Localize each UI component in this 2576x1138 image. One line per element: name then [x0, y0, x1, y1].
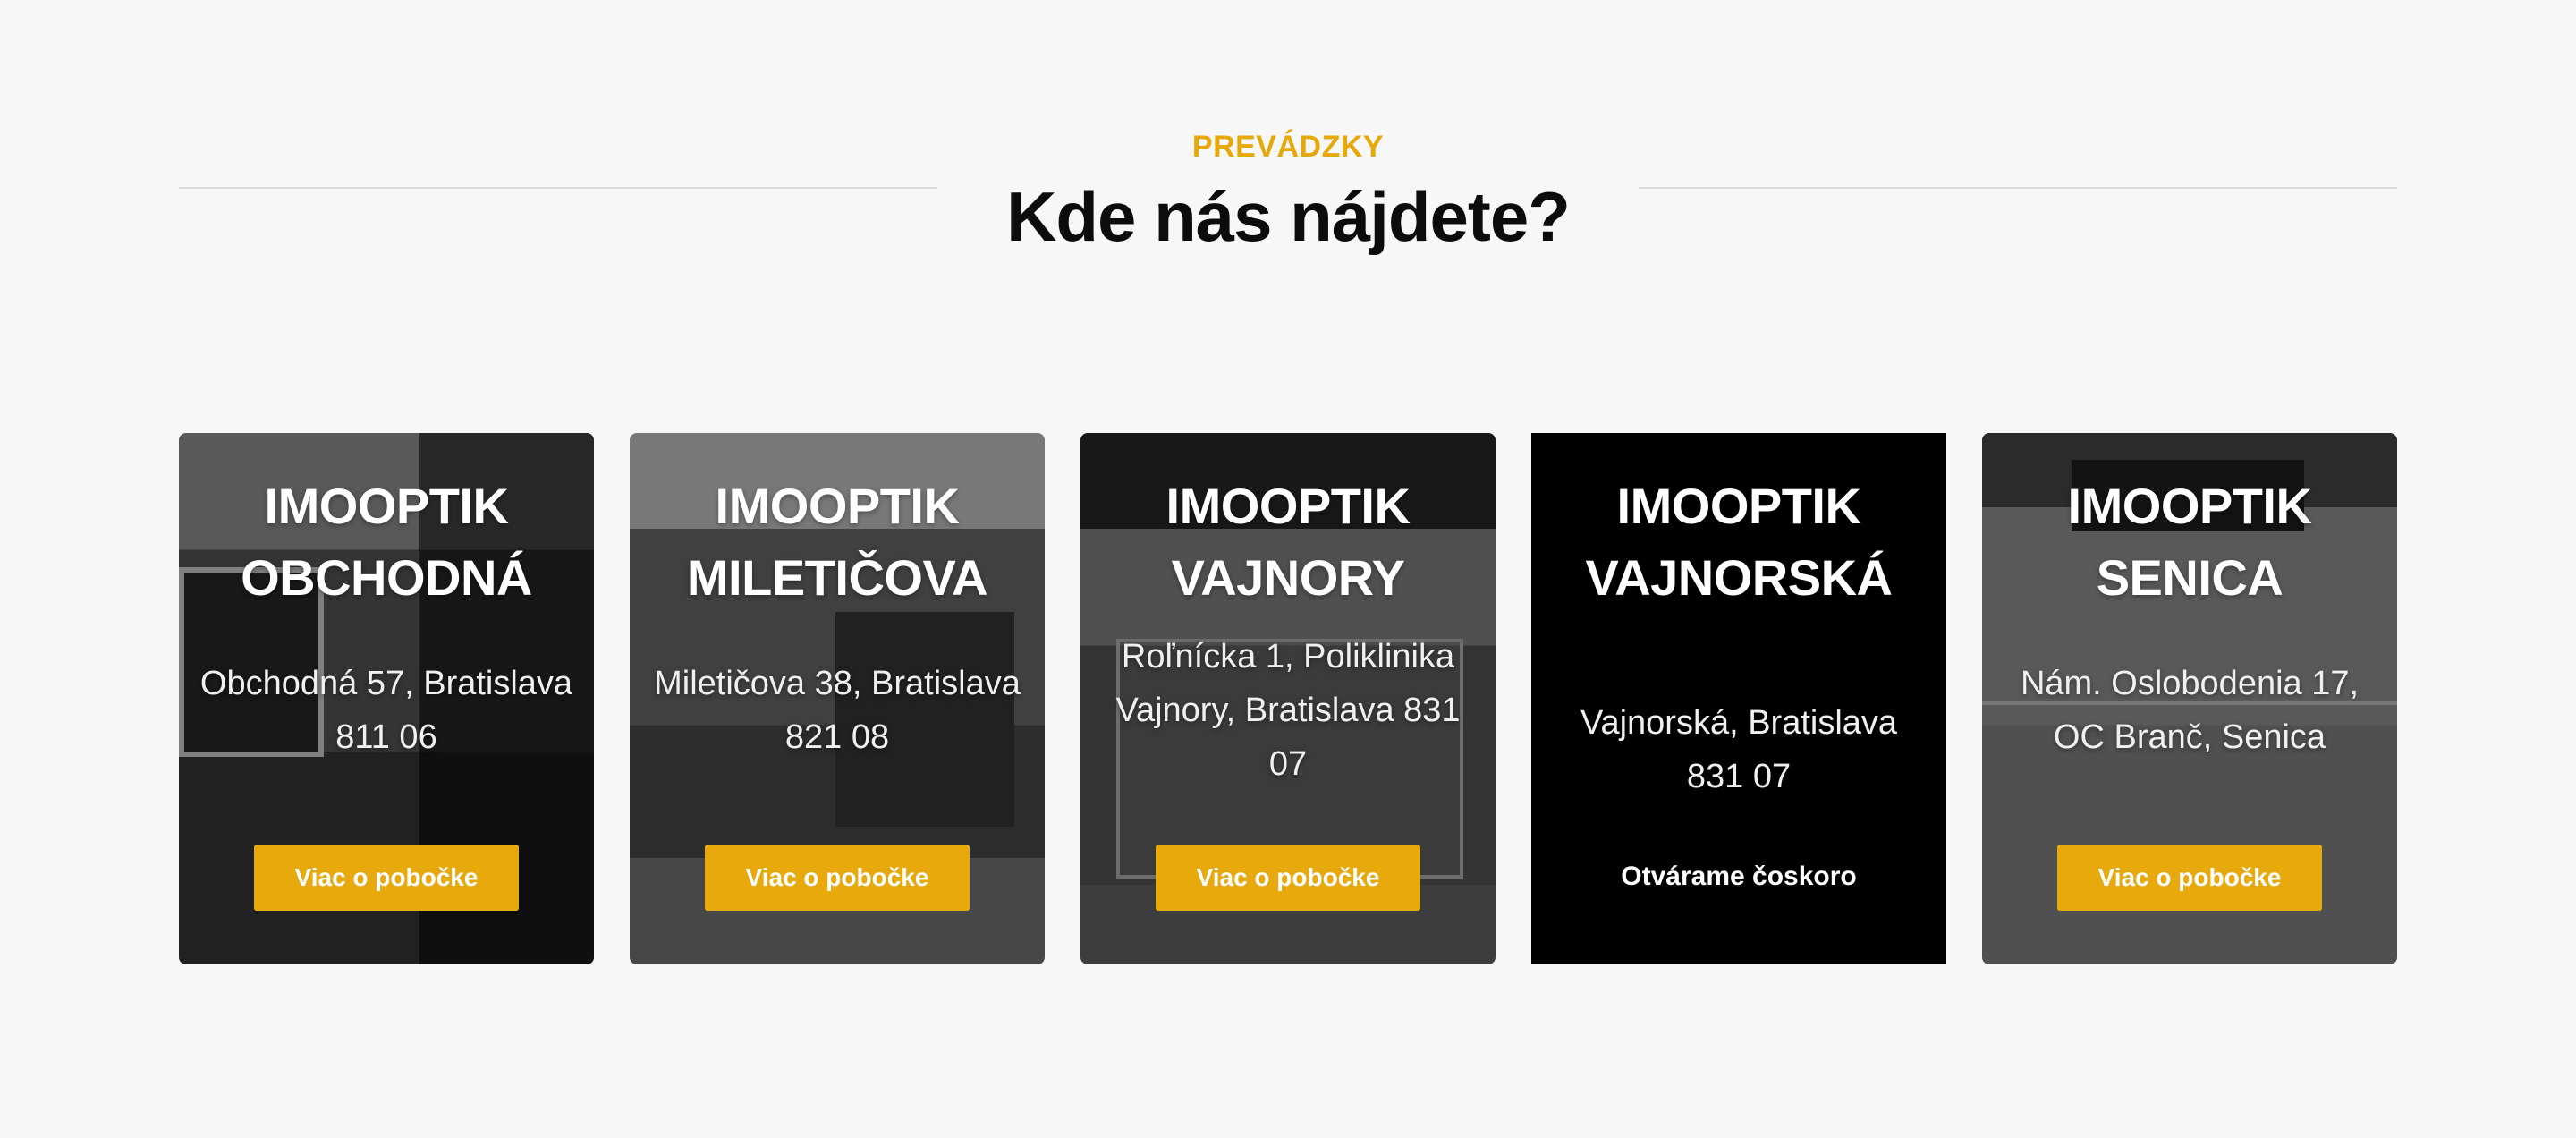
- branch-name: IMOOPTIK VAJNORY: [1165, 478, 1411, 606]
- branch-address: Roľnícka 1, Poliklinika Vajnory, Bratisl…: [1115, 638, 1461, 783]
- section-header: PREVÁDZKY Kde nás nájdete?: [0, 125, 2576, 259]
- branch-name: IMOOPTIK VAJNORSKÁ: [1585, 478, 1893, 606]
- branch-address: Miletičova 38, Bratislava 821 08: [654, 665, 1021, 756]
- branch-card-mileticova: IMOOPTIK MILETIČOVA Miletičova 38, Brati…: [630, 433, 1045, 964]
- branch-more-button[interactable]: Viac o pobočke: [254, 845, 519, 911]
- branch-more-button[interactable]: Viac o pobočke: [2057, 845, 2322, 911]
- branch-address: Nám. Oslobodenia 17, OC Branč, Senica: [2020, 665, 2360, 756]
- branch-card-senica: IMOOPTIK SENICA Nám. Oslobodenia 17, OC …: [1982, 433, 2397, 964]
- branch-cards: IMOOPTIK OBCHODNÁ Obchodná 57, Bratislav…: [179, 433, 2397, 964]
- branch-status: Otvárame čoskoro: [1621, 862, 1857, 891]
- branch-name: IMOOPTIK SENICA: [2067, 478, 2312, 606]
- branch-name: IMOOPTIK OBCHODNÁ: [241, 478, 532, 606]
- branch-name: IMOOPTIK MILETIČOVA: [686, 478, 988, 606]
- branch-address: Vajnorská, Bratislava 831 07: [1580, 704, 1898, 795]
- branches-section: PREVÁDZKY Kde nás nájdete? IMOOPTIK OBCH…: [0, 0, 2576, 1138]
- branch-address: Obchodná 57, Bratislava 811 06: [199, 665, 573, 756]
- branch-more-button[interactable]: Viac o pobočke: [1156, 845, 1420, 911]
- section-eyebrow: PREVÁDZKY: [1191, 130, 1385, 164]
- branch-card-vajnorska: IMOOPTIK VAJNORSKÁ Vajnorská, Bratislava…: [1531, 433, 1946, 964]
- branch-card-obchodna: IMOOPTIK OBCHODNÁ Obchodná 57, Bratislav…: [179, 433, 594, 964]
- branch-more-button[interactable]: Viac o pobočke: [705, 845, 970, 911]
- branch-card-vajnory: IMOOPTIK VAJNORY Roľnícka 1, Poliklinika…: [1080, 433, 1496, 964]
- section-title: Kde nás nájdete?: [1006, 177, 1571, 256]
